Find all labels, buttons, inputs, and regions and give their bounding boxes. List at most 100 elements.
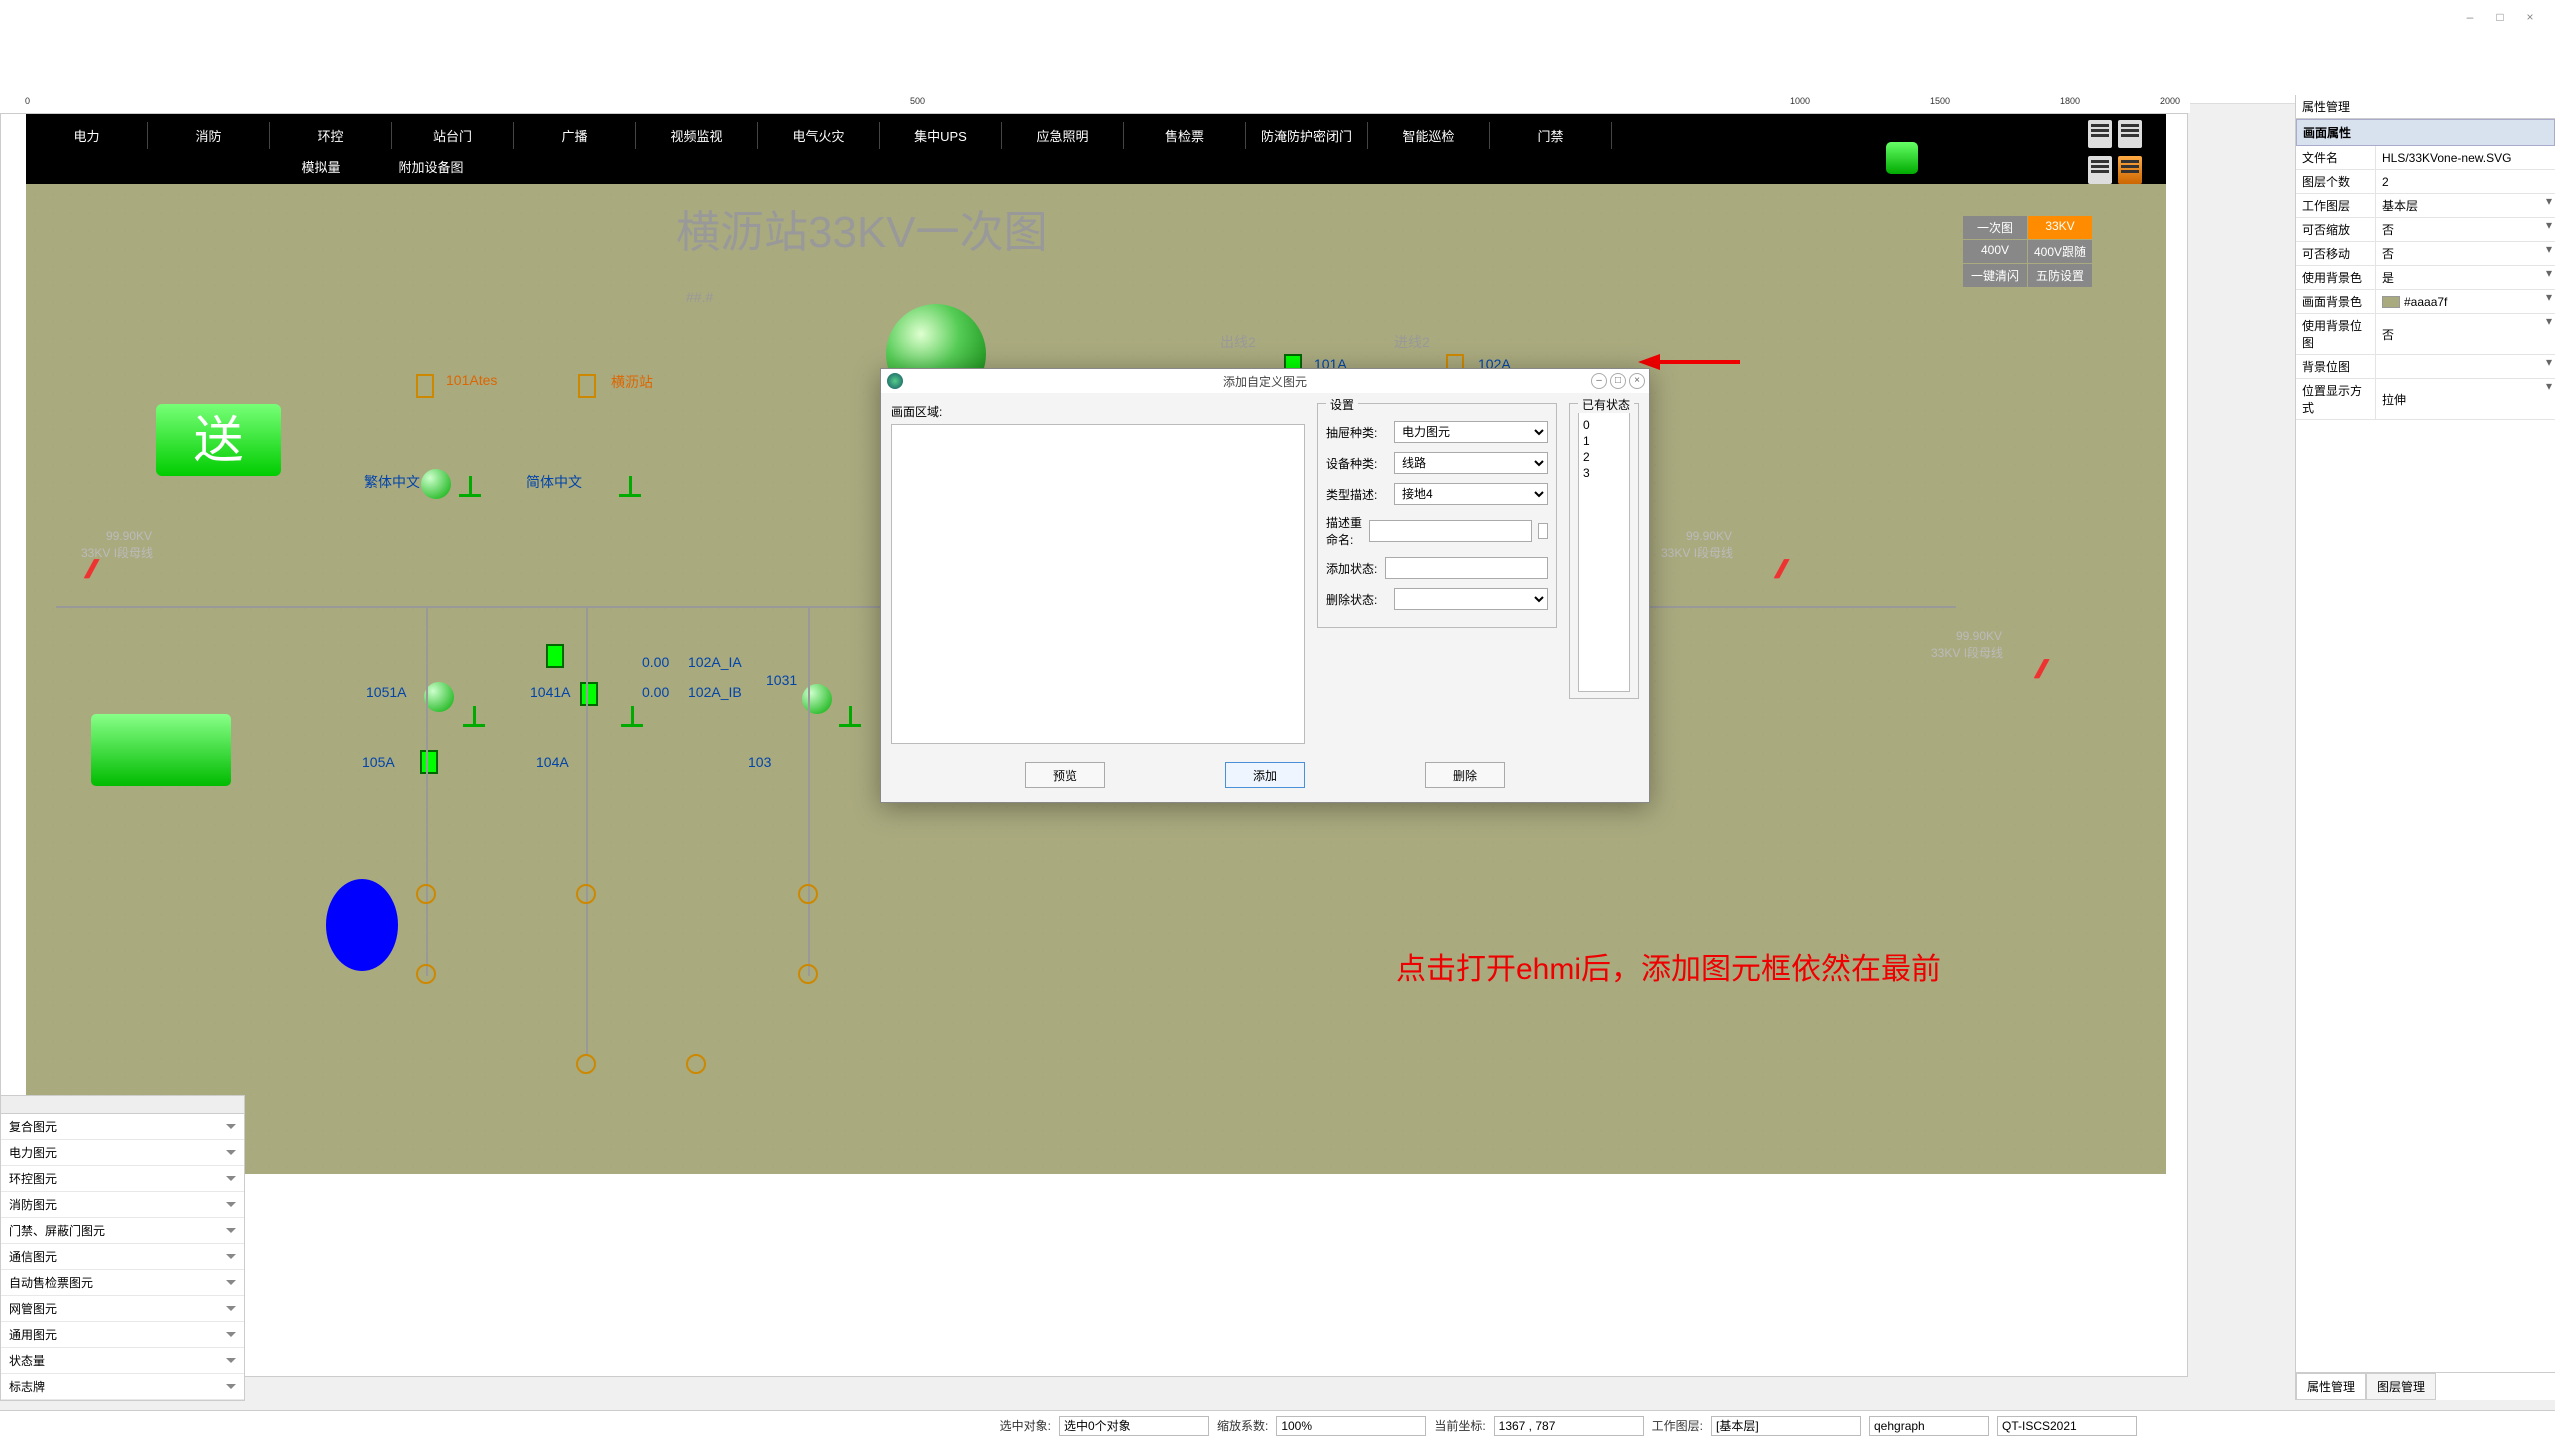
prop-value[interactable] [2376, 355, 2543, 378]
chevron-down-icon[interactable]: ▾ [2543, 266, 2555, 289]
prop-row[interactable]: 可否缩放否▾ [2296, 218, 2555, 242]
clipboard-icon[interactable] [2088, 156, 2112, 184]
prop-value[interactable]: 2 [2376, 170, 2555, 193]
sg-cell[interactable]: 一次图 [1963, 216, 2027, 239]
breaker-closed[interactable] [546, 644, 564, 668]
nav-patrol[interactable]: 智能巡检 [1368, 122, 1490, 149]
nav-extra[interactable]: 附加设备图 [376, 153, 486, 180]
nav-acs[interactable]: 门禁 [1490, 122, 1612, 149]
prop-row[interactable]: 使用背景色是▾ [2296, 266, 2555, 290]
palette-item[interactable]: 门禁、屏蔽门图元 [1, 1218, 244, 1244]
nav-ups[interactable]: 集中UPS [880, 122, 1002, 149]
chevron-down-icon[interactable]: ▾ [2543, 218, 2555, 241]
dialog-min-icon[interactable]: – [1591, 373, 1607, 389]
user-field[interactable] [1869, 1416, 1989, 1436]
tab-layers[interactable]: 图层管理 [2366, 1373, 2436, 1400]
preview-area[interactable] [891, 424, 1305, 744]
state-list[interactable]: 0 1 2 3 [1578, 412, 1630, 692]
palette-item[interactable]: 环控图元 [1, 1166, 244, 1192]
zoom-value[interactable] [1276, 1416, 1426, 1436]
prop-value[interactable]: 否 [2376, 314, 2543, 354]
prop-row[interactable]: 位置显示方式拉伸▾ [2296, 379, 2555, 420]
prop-value[interactable]: #aaaa7f [2376, 290, 2543, 313]
palette-item[interactable]: 通用图元 [1, 1322, 244, 1348]
coord-value[interactable] [1494, 1416, 1644, 1436]
prop-value[interactable]: 拉伸 [2376, 379, 2543, 419]
prop-row[interactable]: 使用背景位图否▾ [2296, 314, 2555, 355]
nav-cctv[interactable]: 视频监视 [636, 122, 758, 149]
chevron-down-icon[interactable]: ▾ [2543, 379, 2555, 419]
delstate-select[interactable] [1394, 588, 1548, 610]
dialog-max-icon[interactable]: □ [1610, 373, 1626, 389]
dialog-titlebar[interactable]: 添加自定义图元 – □ × [881, 369, 1649, 393]
nav-emerg[interactable]: 应急照明 [1002, 122, 1124, 149]
rename-checkbox[interactable] [1538, 523, 1548, 539]
prop-row[interactable]: 图层个数2 [2296, 170, 2555, 194]
sg-cell[interactable]: 400V跟随 [2028, 240, 2092, 263]
desc-select[interactable]: 接地4 [1394, 483, 1548, 505]
nav-fire[interactable]: 消防 [148, 122, 270, 149]
palette-scrollbar[interactable] [1, 1096, 244, 1114]
sys-field[interactable] [1997, 1416, 2137, 1436]
nav-psd[interactable]: 站台门 [392, 122, 514, 149]
chevron-down-icon[interactable]: ▾ [2543, 314, 2555, 354]
sg-cell[interactable]: 五防设置 [2028, 264, 2092, 287]
prop-row[interactable]: 画面背景色 #aaaa7f▾ [2296, 290, 2555, 314]
sg-cell[interactable]: 400V [1963, 240, 2027, 263]
clipboard-orange-icon[interactable] [2118, 156, 2142, 184]
palette-item[interactable]: 状态量 [1, 1348, 244, 1374]
chevron-down-icon[interactable]: ▾ [2543, 242, 2555, 265]
breaker-open[interactable] [578, 374, 596, 398]
prop-value[interactable]: 基本层 [2376, 194, 2543, 217]
breaker-closed[interactable] [420, 750, 438, 774]
nav-analog[interactable]: 模拟量 [266, 153, 376, 180]
state-item[interactable]: 2 [1583, 449, 1625, 465]
sg-cell[interactable]: 一键清闪 [1963, 264, 2027, 287]
nav-env[interactable]: 环控 [270, 122, 392, 149]
palette-item[interactable]: 自动售检票图元 [1, 1270, 244, 1296]
type-select[interactable]: 电力图元 [1394, 421, 1548, 443]
prop-value[interactable]: 否 [2376, 218, 2543, 241]
layer-value[interactable] [1711, 1416, 1861, 1436]
prop-value[interactable]: 是 [2376, 266, 2543, 289]
window-maximize[interactable]: □ [2485, 10, 2515, 30]
nav-power[interactable]: 电力 [26, 122, 148, 149]
palette-item[interactable]: 通信图元 [1, 1244, 244, 1270]
prop-value[interactable]: 否 [2376, 242, 2543, 265]
add-button[interactable]: 添加 [1225, 762, 1305, 788]
nav-pa[interactable]: 广播 [514, 122, 636, 149]
palette-item[interactable]: 消防图元 [1, 1192, 244, 1218]
palette-item[interactable]: 电力图元 [1, 1140, 244, 1166]
device-select[interactable]: 线路 [1394, 452, 1548, 474]
nav-elecfire[interactable]: 电气火灾 [758, 122, 880, 149]
prop-row[interactable]: 背景位图▾ [2296, 355, 2555, 379]
breaker-open[interactable] [416, 374, 434, 398]
nav-flood[interactable]: 防淹防护密闭门 [1246, 122, 1368, 149]
breaker-closed[interactable] [580, 682, 598, 706]
rename-input[interactable] [1369, 520, 1532, 542]
state-item[interactable]: 0 [1583, 417, 1625, 433]
preview-button[interactable]: 预览 [1025, 762, 1105, 788]
palette-item[interactable]: 网管图元 [1, 1296, 244, 1322]
chevron-down-icon[interactable]: ▾ [2543, 355, 2555, 378]
prop-row[interactable]: 文件名HLS/33KVone-new.SVG [2296, 146, 2555, 170]
window-minimize[interactable]: – [2455, 10, 2485, 30]
state-item[interactable]: 1 [1583, 433, 1625, 449]
palette-item[interactable]: 标志牌 [1, 1374, 244, 1400]
chevron-down-icon[interactable]: ▾ [2543, 290, 2555, 313]
clipboard-icon[interactable] [2118, 120, 2142, 148]
state-item[interactable]: 3 [1583, 465, 1625, 481]
prop-value[interactable]: HLS/33KVone-new.SVG [2376, 146, 2555, 169]
nav-afc[interactable]: 售检票 [1124, 122, 1246, 149]
sg-cell-active[interactable]: 33KV [2028, 216, 2092, 239]
prop-row[interactable]: 工作图层基本层▾ [2296, 194, 2555, 218]
song-button[interactable]: 送 [156, 404, 281, 476]
delete-button[interactable]: 删除 [1425, 762, 1505, 788]
palette-item[interactable]: 复合图元 [1, 1114, 244, 1140]
sel-value[interactable] [1059, 1416, 1209, 1436]
addstate-input[interactable] [1385, 557, 1548, 579]
clipboard-icon[interactable] [2088, 120, 2112, 148]
dialog-close-icon[interactable]: × [1629, 373, 1645, 389]
window-close[interactable]: × [2515, 10, 2545, 30]
prop-row[interactable]: 可否移动否▾ [2296, 242, 2555, 266]
